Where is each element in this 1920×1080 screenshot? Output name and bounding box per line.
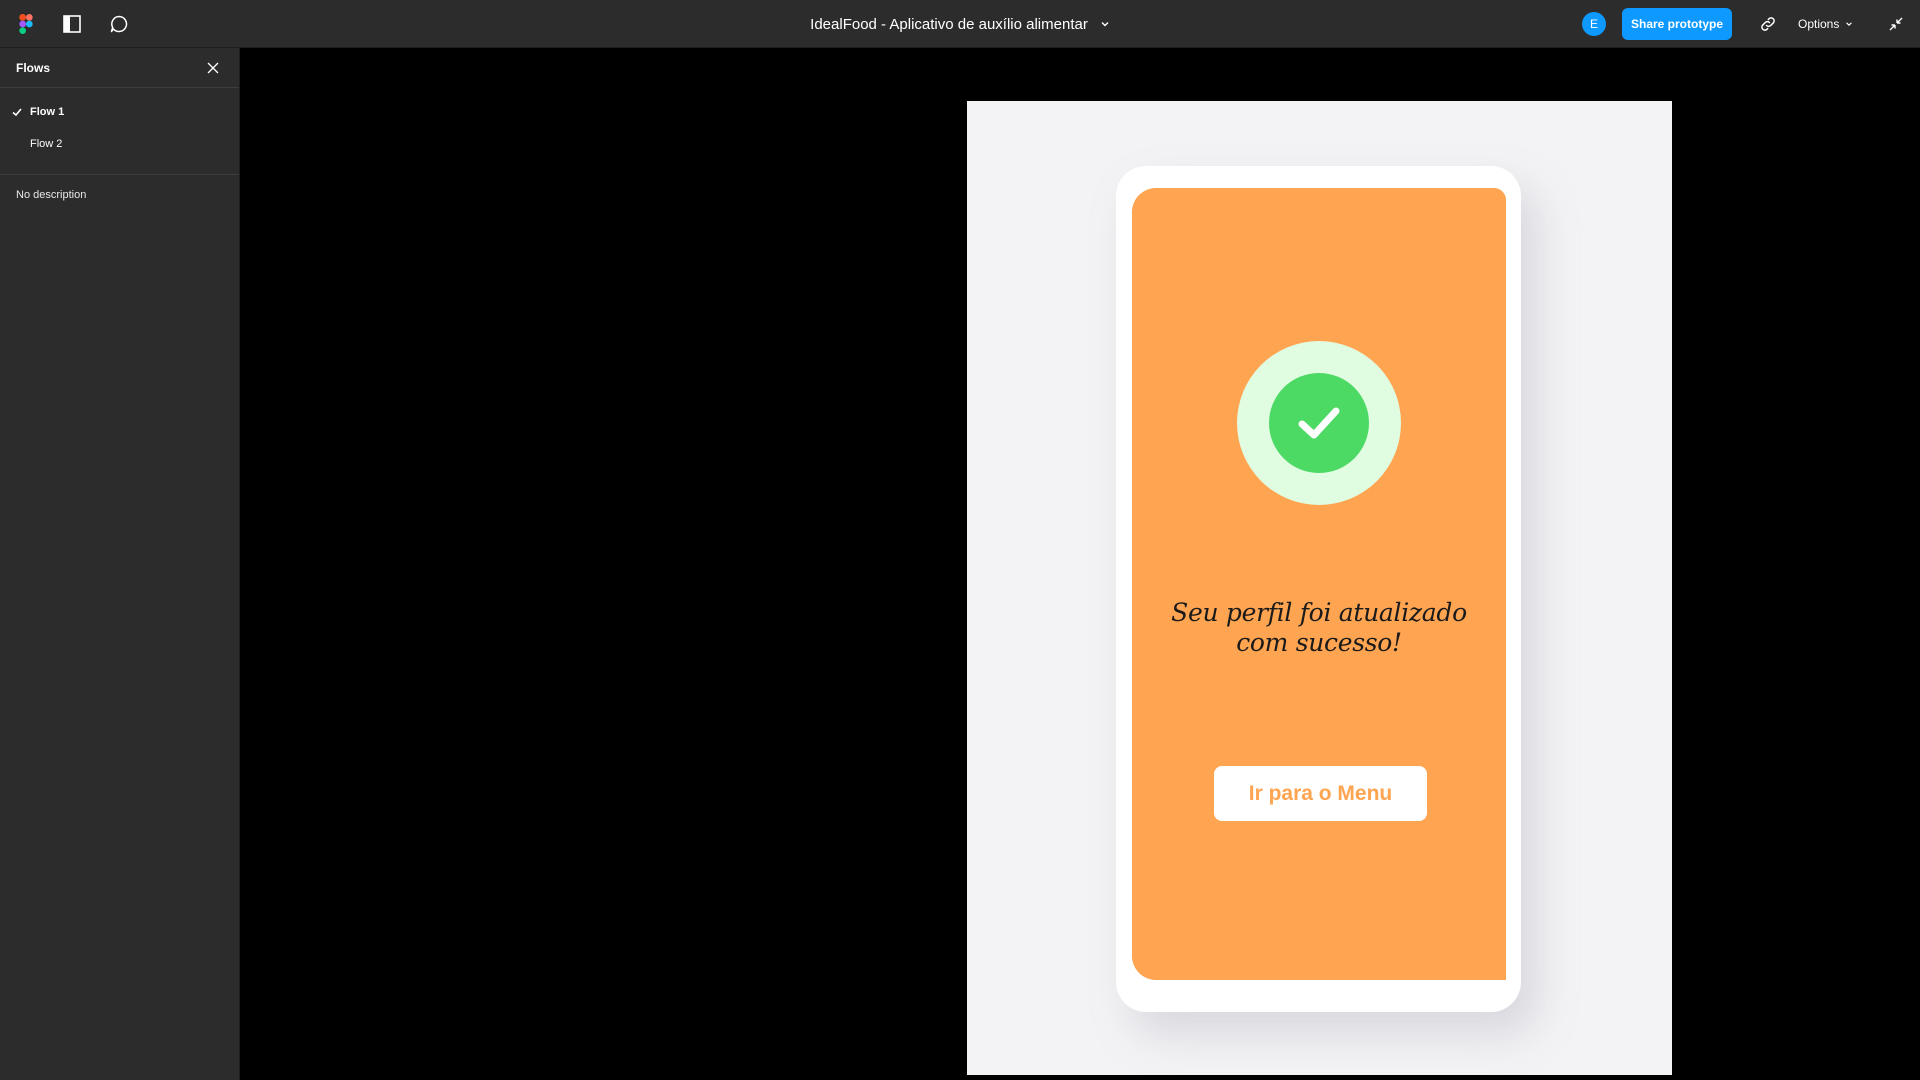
comment-icon[interactable] bbox=[107, 12, 131, 36]
success-circle bbox=[1269, 373, 1369, 473]
success-message: Seu perfil foi atualizado com sucesso! bbox=[1171, 598, 1467, 657]
link-icon[interactable] bbox=[1756, 12, 1780, 36]
flow-description: No description bbox=[16, 189, 87, 201]
flow-item-2[interactable]: Flow 2 bbox=[0, 128, 239, 160]
top-toolbar: IdealFood - Aplicativo de auxílio alimen… bbox=[0, 0, 1920, 48]
close-icon[interactable] bbox=[203, 58, 223, 78]
checkmark-icon bbox=[1298, 407, 1340, 439]
figma-logo-icon[interactable] bbox=[14, 12, 38, 36]
flows-sidebar: Flows Flow 1 Flow 2 No description bbox=[0, 48, 240, 1080]
success-badge bbox=[1237, 341, 1401, 505]
figma-prototype-viewer: IdealFood - Aplicativo de auxílio alimen… bbox=[0, 0, 1920, 1080]
avatar[interactable]: E bbox=[1582, 12, 1606, 36]
flows-header: Flows bbox=[0, 48, 239, 88]
file-title: IdealFood - Aplicativo de auxílio alimen… bbox=[810, 15, 1088, 33]
flows-title: Flows bbox=[16, 60, 51, 75]
flow-label: Flow 2 bbox=[30, 138, 63, 150]
flows-list: Flow 1 Flow 2 bbox=[0, 88, 239, 175]
flow-item-1[interactable]: Flow 1 bbox=[0, 96, 239, 128]
options-label: Options bbox=[1798, 17, 1840, 31]
checkmark-icon bbox=[12, 108, 22, 117]
go-to-menu-button[interactable]: Ir para o Menu bbox=[1214, 766, 1427, 821]
chevron-down-icon bbox=[1845, 17, 1853, 31]
app-screen: Seu perfil foi atualizado com sucesso! I… bbox=[1132, 188, 1506, 980]
flow-label: Flow 1 bbox=[30, 106, 65, 118]
chevron-down-icon[interactable] bbox=[1100, 19, 1110, 29]
phone-mockup: Seu perfil foi atualizado com sucesso! I… bbox=[1116, 166, 1521, 1012]
options-menu[interactable]: Options bbox=[1798, 12, 1853, 36]
sidebar-toggle-icon[interactable] bbox=[60, 12, 84, 36]
prototype-canvas: Seu perfil foi atualizado com sucesso! I… bbox=[240, 48, 1920, 1080]
collapse-icon[interactable] bbox=[1884, 12, 1908, 36]
prototype-frame: Seu perfil foi atualizado com sucesso! I… bbox=[967, 101, 1672, 1075]
share-prototype-button[interactable]: Share prototype bbox=[1622, 8, 1732, 40]
